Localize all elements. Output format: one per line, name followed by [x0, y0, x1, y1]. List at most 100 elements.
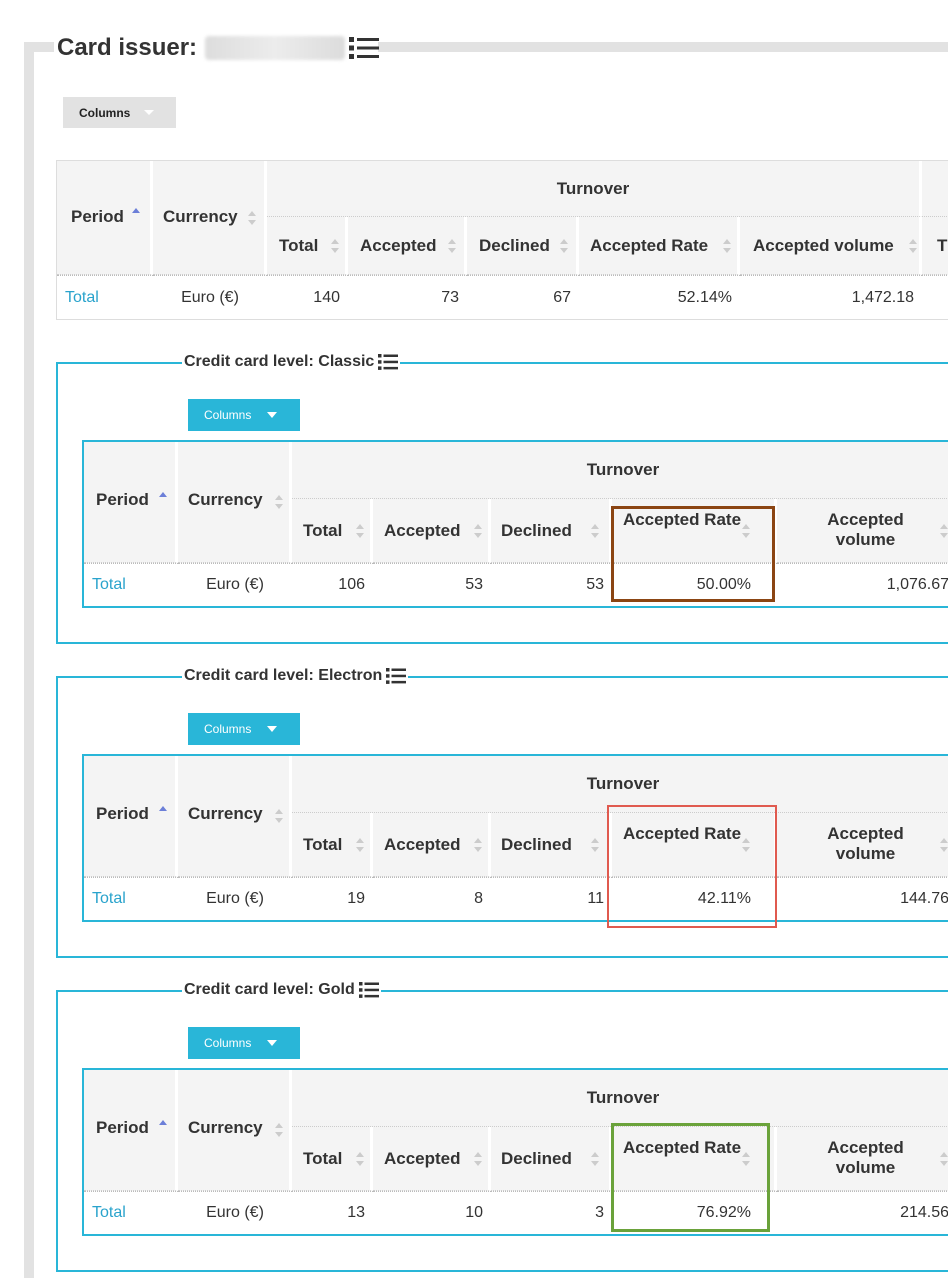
sort-icon: [742, 523, 750, 539]
sort-icon: [940, 837, 948, 853]
currency-header[interactable]: Currency: [178, 442, 292, 563]
declined-header[interactable]: Declined: [491, 499, 612, 563]
sort-icon: [448, 238, 456, 254]
currency-header[interactable]: Currency: [178, 756, 292, 877]
sort-icon: [331, 238, 339, 254]
columns-button[interactable]: Columns: [188, 713, 300, 745]
declined-cell: 11: [491, 877, 612, 920]
currency-header[interactable]: Currency: [153, 161, 267, 275]
period-header[interactable]: Period: [84, 442, 178, 563]
accepted-rate-header[interactable]: Accepted Rate: [612, 499, 777, 563]
accepted-volume-header[interactable]: Accepted volume: [777, 1127, 948, 1191]
accepted-volume-header[interactable]: Accepted volume: [740, 217, 923, 275]
total-header[interactable]: Total: [292, 813, 373, 877]
issuer-frame-top: [24, 42, 54, 52]
total-header[interactable]: Total: [292, 1127, 373, 1191]
list-icon[interactable]: [386, 667, 407, 685]
total-header[interactable]: Total: [292, 499, 373, 563]
sort-icon: [159, 805, 167, 821]
accepted-volume-header[interactable]: Accepted volume: [777, 499, 948, 563]
level-table: Period Currency Turnover Total Accepted …: [84, 756, 948, 920]
period-header[interactable]: Period: [84, 756, 178, 877]
issuer-frame-left: [24, 42, 34, 1278]
sort-icon: [742, 837, 750, 853]
currency-cell: Euro (€): [178, 563, 292, 606]
issuer-title: Card issuer:: [57, 34, 198, 61]
list-icon[interactable]: [349, 36, 380, 60]
section-title: Credit card level: Classic: [184, 353, 375, 370]
sort-icon: [275, 808, 283, 824]
sort-icon: [159, 491, 167, 507]
period-link[interactable]: Total: [92, 576, 126, 593]
accepted-header[interactable]: Accepted: [348, 217, 467, 275]
sort-icon: [560, 238, 568, 254]
total-header[interactable]: Total: [267, 217, 348, 275]
declined-header[interactable]: Declined: [467, 217, 579, 275]
accepted-rate-header[interactable]: Accepted Rate: [612, 1127, 777, 1191]
sort-icon: [356, 1151, 364, 1167]
period-cell[interactable]: Total: [84, 877, 178, 920]
accepted-volume-header[interactable]: Accepted volume: [777, 813, 948, 877]
table-row: Total Euro (€) 19 8 11 42.11% 144.76: [84, 877, 948, 920]
sort-icon: [909, 238, 918, 254]
list-icon[interactable]: [378, 353, 399, 371]
level-table-container: Period Currency Turnover Total Accepted …: [82, 1068, 948, 1236]
columns-button[interactable]: Columns: [188, 1027, 300, 1059]
currency-cell: Euro (€): [178, 877, 292, 920]
period-cell[interactable]: Total: [84, 563, 178, 606]
accepted-rate-cell: 42.11%: [612, 877, 777, 920]
sort-icon: [275, 1122, 283, 1138]
total-cell: 13: [292, 1191, 373, 1234]
columns-button-label: Columns: [79, 105, 131, 120]
sort-icon: [591, 837, 599, 853]
accepted-cell: 53: [373, 563, 491, 606]
chevron-down-icon: [267, 412, 278, 418]
period-cell[interactable]: Total: [84, 1191, 178, 1234]
accepted-rate-header[interactable]: Accepted Rate: [612, 813, 777, 877]
sort-icon: [356, 523, 364, 539]
chevron-down-icon: [267, 726, 278, 732]
columns-button-label: Columns: [204, 722, 252, 736]
accepted-cell: 8: [373, 877, 491, 920]
currency-header[interactable]: Currency: [178, 1070, 292, 1191]
period-header[interactable]: Period: [57, 161, 153, 275]
accepted-rate-header[interactable]: Accepted Rate: [579, 217, 740, 275]
section-title: Credit card level: Electron: [184, 667, 383, 684]
sort-icon: [132, 207, 140, 223]
declined-header[interactable]: Declined: [491, 1127, 612, 1191]
turnover-group-header: Turnover: [292, 442, 948, 499]
columns-button-label: Columns: [204, 1036, 252, 1050]
turnover-group-header: Turnover: [267, 161, 923, 217]
accepted-volume-cell: 144.76: [777, 877, 948, 920]
overall-table-container: Period Currency Turnover Total Accepted …: [56, 160, 948, 320]
columns-button[interactable]: Columns: [188, 399, 300, 431]
accepted-header[interactable]: Accepted: [373, 813, 491, 877]
accepted-volume-cell: 1,076.67: [777, 563, 948, 606]
accepted-header[interactable]: Accepted: [373, 499, 491, 563]
columns-button[interactable]: Columns: [63, 97, 176, 128]
period-link[interactable]: Total: [92, 1204, 126, 1221]
section-heading: Credit card level: Gold: [182, 979, 381, 1001]
level-table: Period Currency Turnover Total Accepted …: [84, 442, 948, 606]
sort-icon: [474, 837, 482, 853]
next-group-header: [922, 161, 948, 217]
period-cell[interactable]: Total: [57, 275, 153, 319]
list-icon[interactable]: [358, 981, 379, 999]
table-row: Total Euro (€) 13 10 3 76.92% 214.56: [84, 1191, 948, 1234]
sort-icon: [940, 1151, 948, 1167]
sort-icon: [723, 238, 731, 254]
period-link[interactable]: Total: [65, 289, 99, 306]
declined-header[interactable]: Declined: [491, 813, 612, 877]
accepted-volume-cell: 214.56: [777, 1191, 948, 1234]
period-header[interactable]: Period: [84, 1070, 178, 1191]
total-cell: 140: [267, 275, 348, 319]
currency-cell: Euro (€): [153, 275, 267, 319]
accepted-header[interactable]: Accepted: [373, 1127, 491, 1191]
blurred-issuer-name: [205, 36, 346, 60]
table-row: Total Euro (€) 140 73 67 52.14% 1,472.18: [57, 275, 948, 319]
period-link[interactable]: Total: [92, 890, 126, 907]
truncated-header[interactable]: T: [922, 217, 948, 275]
section-heading: Credit card level: Electron: [182, 665, 409, 687]
accepted-cell: 10: [373, 1191, 491, 1234]
level-table-container: Period Currency Turnover Total Accepted …: [82, 754, 948, 922]
